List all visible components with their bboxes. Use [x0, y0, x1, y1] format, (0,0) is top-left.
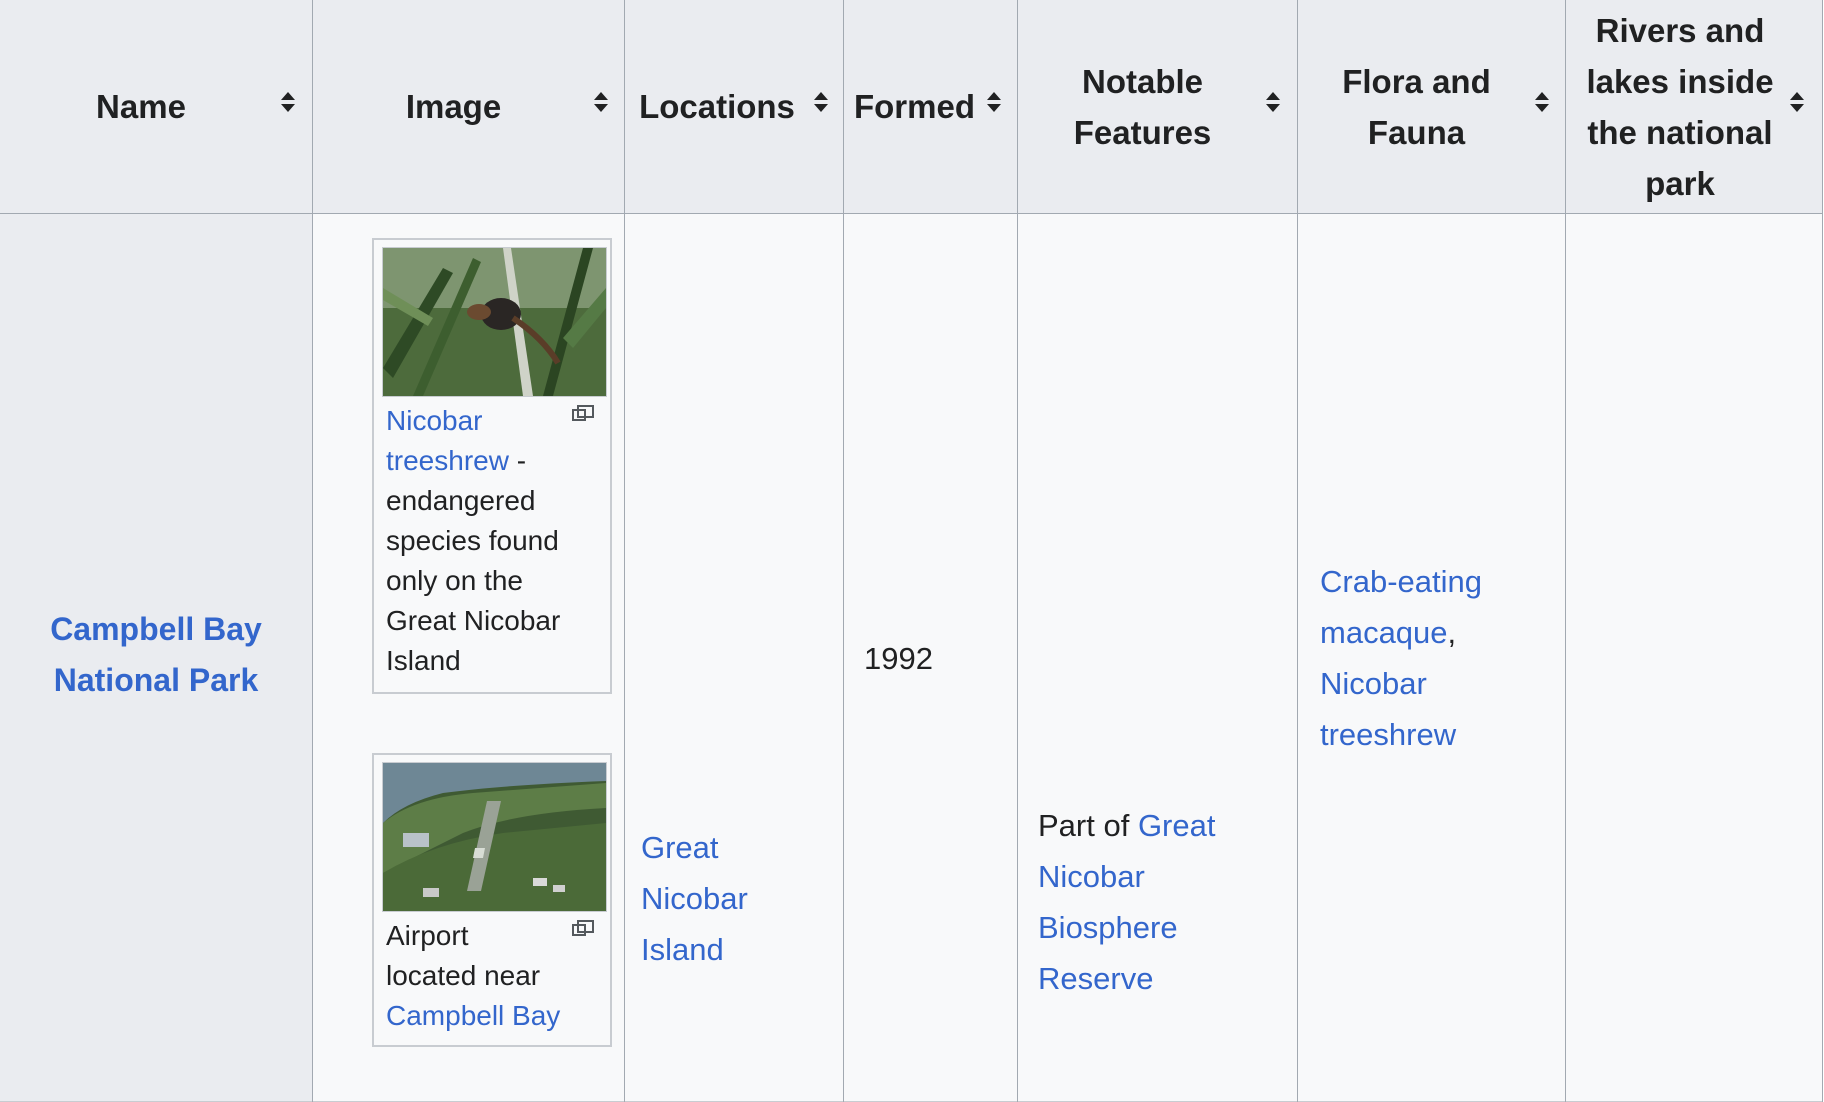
caption-text: Great Nicobar: [386, 605, 561, 636]
caption-link[interactable]: Nicobar: [386, 405, 482, 436]
flora-link[interactable]: Crab-eating: [1320, 564, 1482, 599]
header-label: Rivers and lakes inside the national par…: [1586, 5, 1773, 209]
header-label: Notable Features: [1074, 56, 1212, 158]
header-label: Image: [405, 88, 502, 125]
airport-image[interactable]: [382, 762, 607, 912]
header-line: Fauna: [1367, 113, 1466, 151]
sort-notable-features-icon[interactable]: [1266, 92, 1280, 112]
location-link[interactable]: Great Nicobar Island: [641, 822, 748, 975]
caption-link[interactable]: treeshrew: [386, 445, 509, 476]
column-header-notable-features[interactable]: Notable Features: [1018, 0, 1297, 213]
caption-text: Airport: [386, 920, 469, 951]
header-line: Features: [1073, 113, 1212, 151]
column-header-image[interactable]: Image: [313, 0, 624, 213]
notable-link[interactable]: Reserve: [1038, 961, 1153, 996]
header-label: Locations: [639, 88, 795, 125]
sort-rivers-lakes-icon[interactable]: [1790, 92, 1804, 112]
treeshrew-image[interactable]: [382, 247, 607, 397]
column-header-locations[interactable]: Locations: [625, 0, 843, 213]
header-line: the national: [1587, 113, 1773, 151]
header-line: lakes inside: [1586, 62, 1774, 100]
caption-text: only on the: [386, 565, 523, 596]
sort-locations-icon[interactable]: [814, 92, 828, 112]
column-header-name[interactable]: Name: [0, 0, 312, 213]
flora-fauna-text: Crab-eating macaque, Nicobar treeshrew: [1320, 556, 1482, 760]
header-line: park: [1645, 164, 1715, 202]
notable-features-text: Part of Great Nicobar Biosphere Reserve: [1038, 800, 1215, 1004]
caption-text: located near: [386, 960, 541, 991]
thumbnail-caption: Nicobar treeshrew - endangered species f…: [386, 401, 596, 681]
caption-text: -: [508, 445, 527, 476]
park-name-line[interactable]: National Park: [54, 662, 259, 698]
caption-text: endangered: [386, 485, 536, 516]
header-label: Formed: [853, 88, 975, 125]
formed-year: 1992: [864, 641, 933, 676]
caption-link[interactable]: Campbell Bay: [386, 1000, 560, 1031]
caption-text: Island: [386, 645, 461, 676]
header-label: Name: [96, 88, 186, 125]
sort-flora-fauna-icon[interactable]: [1535, 92, 1549, 112]
notable-link[interactable]: Biosphere: [1038, 910, 1178, 945]
col-divider: [1822, 0, 1823, 1102]
header-line: Flora and: [1342, 62, 1491, 100]
sort-image-icon[interactable]: [594, 92, 608, 112]
header-line: Rivers and: [1595, 11, 1765, 49]
thumbnail-treeshrew: Nicobar treeshrew - endangered species f…: [372, 238, 612, 694]
location-line[interactable]: Nicobar: [641, 881, 748, 916]
column-header-rivers-lakes[interactable]: Rivers and lakes inside the national par…: [1566, 0, 1822, 213]
header-line: Notable: [1081, 62, 1203, 100]
column-header-flora-fauna[interactable]: Flora and Fauna: [1298, 0, 1565, 213]
park-name-link[interactable]: Campbell Bay National Park: [0, 604, 312, 706]
thumbnail-airport: Airport located near Campbell Bay: [372, 753, 612, 1047]
sort-name-icon[interactable]: [281, 92, 295, 112]
header-label: Flora and Fauna: [1342, 56, 1491, 158]
flora-link[interactable]: macaque: [1320, 615, 1448, 650]
flora-link[interactable]: Nicobar: [1320, 666, 1427, 701]
location-line[interactable]: Island: [641, 932, 724, 967]
notable-prefix: Part of: [1038, 808, 1138, 843]
caption-text: species found: [386, 525, 559, 556]
notable-link[interactable]: Great: [1138, 808, 1216, 843]
sort-formed-icon[interactable]: [987, 92, 1001, 112]
notable-link[interactable]: Nicobar: [1038, 859, 1145, 894]
thumbnail-caption: Airport located near Campbell Bay: [386, 916, 596, 1036]
location-line[interactable]: Great: [641, 830, 719, 865]
header-divider: [0, 213, 1822, 214]
park-name-line[interactable]: Campbell Bay: [50, 611, 262, 647]
flora-comma: ,: [1447, 615, 1457, 650]
flora-link[interactable]: treeshrew: [1320, 717, 1456, 752]
